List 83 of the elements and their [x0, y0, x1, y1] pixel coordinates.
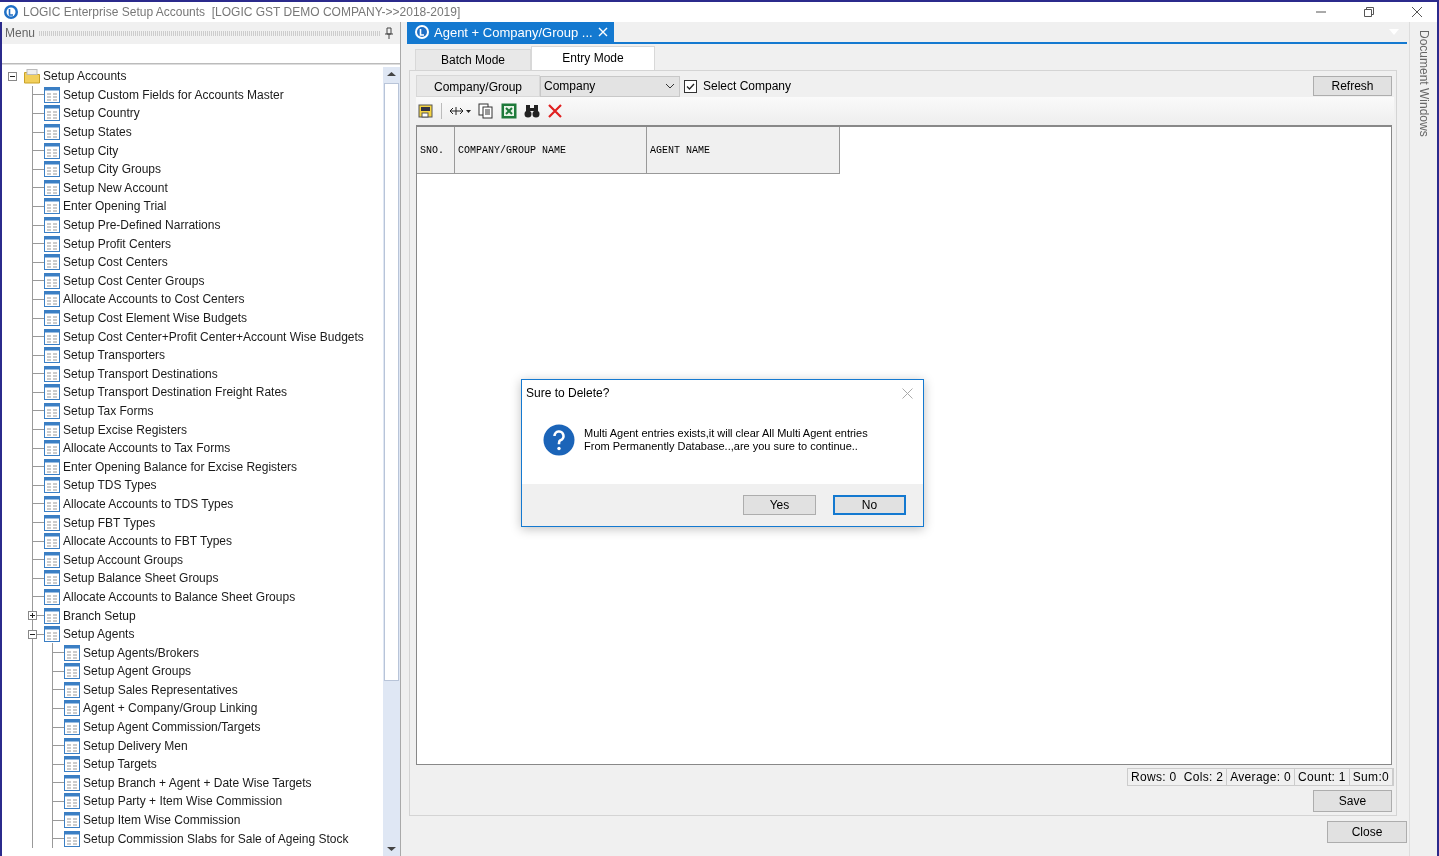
question-icon	[543, 424, 575, 456]
tree-item[interactable]: Setup Agents	[60, 627, 135, 642]
tree-item[interactable]: Setup Pre-Defined Narrations	[60, 218, 221, 233]
delete-icon[interactable]	[547, 103, 563, 119]
tree-item[interactable]: Setup Agents/Brokers	[80, 645, 200, 660]
save-button[interactable]: Save	[1313, 790, 1392, 812]
tree-item[interactable]: Allocate Accounts to FBT Types	[60, 534, 232, 549]
tree-item[interactable]: Setup Balance Sheet Groups	[60, 571, 219, 586]
dialog-message: Multi Agent entries exists,it will clear All Multi Agent entries From Permanently Database..,are you sure to continue..	[584, 427, 868, 453]
mode-tab[interactable]: Entry Mode	[531, 46, 655, 70]
company-dropdown[interactable]: Company	[540, 75, 680, 97]
tree-item[interactable]: Setup Transport Destination Freight Rates	[60, 385, 288, 400]
close-icon[interactable]	[1411, 6, 1423, 18]
tree-item[interactable]: Setup Cost Element Wise Budgets	[60, 311, 248, 325]
app-logo-icon	[415, 25, 429, 39]
column-header[interactable]: COMPANY/GROUP NAME	[455, 127, 647, 174]
column-header[interactable]: SNO.	[417, 127, 455, 174]
app-logo-icon	[4, 5, 18, 19]
tree-item[interactable]: Branch Setup	[60, 608, 136, 623]
tree-item[interactable]: Setup City	[60, 143, 119, 158]
tree-item[interactable]: Setup Cost Centers	[60, 255, 168, 270]
tree-item[interactable]: Setup Commission Slabs for Sale of Ageing Stock	[80, 831, 349, 846]
tree-item[interactable]: Setup Agent Groups	[80, 664, 192, 679]
tree-item[interactable]: Setup Targets	[80, 757, 157, 772]
tree-item[interactable]: Setup States	[60, 125, 132, 140]
mode-tab[interactable]: Batch Mode	[415, 49, 531, 70]
column-header[interactable]: AGENT NAME	[647, 127, 840, 174]
chevron-down-icon[interactable]	[665, 83, 675, 89]
status-cell: Average: 0	[1227, 769, 1296, 785]
tree-item[interactable]: Setup Cost Center+Profit Center+Account Wise Budgets	[60, 329, 364, 344]
tree-item[interactable]: Setup Item Wise Commission	[80, 813, 241, 828]
tree-item[interactable]: Allocate Accounts to Balance Sheet Groups	[60, 589, 296, 604]
tree-item[interactable]: Setup Custom Fields for Accounts Master	[60, 87, 284, 102]
tree-item[interactable]: Setup Transporters	[60, 348, 166, 363]
tree-item[interactable]: Setup Delivery Men	[80, 738, 188, 753]
dialog-button[interactable]: Yes	[743, 495, 816, 515]
status-cell: Sum:0	[1349, 769, 1393, 785]
tree-item[interactable]: Allocate Accounts to Cost Centers	[60, 292, 245, 307]
collapse-icon[interactable]	[28, 629, 37, 639]
tree-item[interactable]: Setup Tax Forms	[60, 404, 154, 418]
tree-item[interactable]: Setup TDS Types	[60, 478, 157, 493]
status-cell: Count: 1	[1295, 769, 1350, 785]
document-tab[interactable]: Agent + Company/Group ...	[407, 22, 614, 42]
tree-item[interactable]: Setup New Account	[60, 180, 168, 195]
pin-icon[interactable]	[384, 27, 394, 39]
tree-item[interactable]: Setup Agent Commission/Targets	[80, 720, 261, 735]
side-panel-tab[interactable]: Document Windows	[1416, 30, 1431, 137]
copy-icon[interactable]	[478, 103, 494, 119]
binoculars-icon[interactable]	[524, 103, 540, 119]
pane-title: Menu	[5, 26, 36, 40]
field-label: Company/Group	[416, 75, 540, 97]
tree-item[interactable]: Setup Branch + Agent + Date Wise Targets	[80, 775, 312, 790]
scroll-thumb[interactable]	[384, 83, 399, 681]
tree-item[interactable]: Setup Accounts	[40, 69, 127, 84]
collapse-icon[interactable]	[8, 72, 17, 81]
dialog-button[interactable]: No	[833, 495, 906, 515]
restore-icon[interactable]	[1363, 6, 1375, 18]
scrollbar[interactable]	[383, 67, 400, 856]
dialog-title: Sure to Delete?	[526, 386, 610, 400]
refresh-button[interactable]: Refresh	[1313, 76, 1392, 96]
tree-item[interactable]: Allocate Accounts to TDS Types	[60, 496, 234, 511]
tree-item[interactable]: Enter Opening Balance for Excise Registers	[60, 459, 298, 474]
expand-icon[interactable]	[28, 611, 37, 621]
tree-item[interactable]: Setup Profit Centers	[60, 236, 172, 251]
tree-item[interactable]: Setup Transport Destinations	[60, 366, 218, 381]
tree-item[interactable]: Allocate Accounts to Tax Forms	[60, 441, 231, 456]
window-title: LOGIC Enterprise Setup Accounts [LOGIC GST DEMO COMPANY->>2018-2019]	[23, 5, 461, 19]
select-company-checkbox[interactable]: Select Company	[684, 79, 792, 93]
excel-icon[interactable]	[501, 103, 517, 119]
tree-item[interactable]: Setup FBT Types	[60, 515, 156, 530]
tree-item[interactable]: Setup Cost Center Groups	[60, 273, 205, 288]
folder-icon	[24, 68, 40, 85]
tree-item[interactable]: Setup Account Groups	[60, 552, 184, 567]
tree-item[interactable]: Setup Party + Item Wise Commission	[80, 794, 283, 809]
status-cell: Rows: 0 Cols: 2	[1128, 769, 1228, 785]
tree-item[interactable]: Setup City Groups	[60, 162, 162, 177]
tree-item[interactable]: Setup Excise Registers	[60, 422, 188, 437]
tree-item[interactable]: Setup Sales Representatives	[80, 682, 238, 697]
tree-item[interactable]: Agent + Company/Group Linking	[80, 701, 258, 716]
tree-item[interactable]: Setup Country	[60, 106, 140, 121]
close-button[interactable]: Close	[1327, 821, 1407, 843]
save-grid-icon[interactable]	[418, 103, 434, 119]
tree-item[interactable]: Enter Opening Trial	[60, 199, 167, 214]
